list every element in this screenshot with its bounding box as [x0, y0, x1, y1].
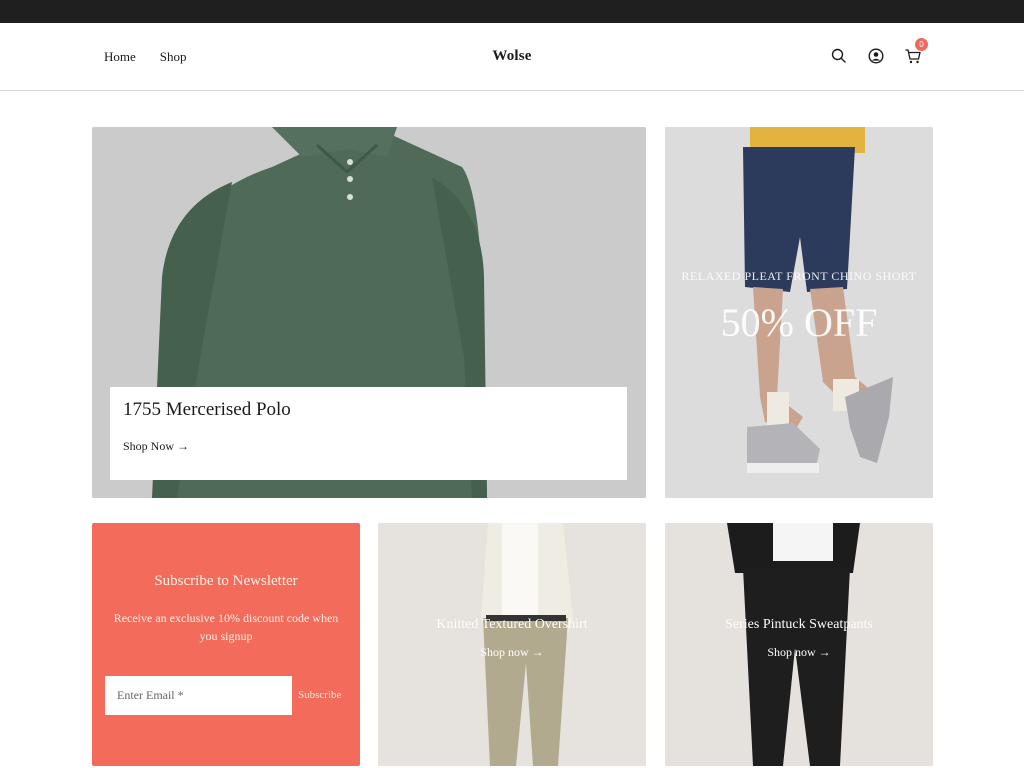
site-header: Home Shop Wolse 0: [0, 23, 1024, 91]
product-card-sweatpants[interactable]: Series Pintuck Sweatpants Shop now →: [665, 523, 933, 766]
account-icon[interactable]: [867, 47, 885, 65]
nav-shop-link[interactable]: Shop: [160, 49, 187, 65]
product-title: Knitted Textured Overshirt: [436, 617, 588, 632]
header-actions: 0: [830, 38, 928, 65]
newsletter-card: Subscribe to Newsletter Receive an exclu…: [92, 523, 360, 766]
newsletter-email-input[interactable]: [105, 676, 292, 715]
hero-caption-box: 1755 Mercerised Polo Shop Now →: [110, 387, 627, 480]
product-shop-now-link[interactable]: Shop now →: [378, 645, 646, 660]
nav-home-link[interactable]: Home: [104, 49, 136, 65]
hero-banner[interactable]: 1755 Mercerised Polo Shop Now →: [92, 127, 646, 498]
newsletter-title: Subscribe to Newsletter: [154, 573, 298, 589]
promo-subtitle: RELAXED PLEAT FRONT CHINO SHORT: [681, 269, 917, 283]
newsletter-description: Receive an exclusive 10% discount code w…: [113, 611, 339, 643]
hero-shop-now-link[interactable]: Shop Now →: [123, 439, 189, 454]
product-shop-now-link[interactable]: Shop now →: [665, 645, 933, 660]
cart-icon[interactable]: 0: [904, 38, 928, 65]
product-card-overshirt[interactable]: Knitted Textured Overshirt Shop now →: [378, 523, 646, 766]
newsletter-subscribe-button[interactable]: Subscribe: [298, 676, 341, 715]
product-title: Series Pintuck Sweatpants: [725, 617, 873, 632]
promo-banner[interactable]: RELAXED PLEAT FRONT CHINO SHORT 50% OFF: [665, 127, 933, 498]
main-nav: Home Shop: [104, 23, 187, 90]
promo-headline: 50% OFF: [720, 300, 878, 345]
cart-count-badge: 0: [915, 38, 928, 51]
search-icon[interactable]: [830, 47, 848, 65]
hero-title: 1755 Mercerised Polo: [123, 399, 291, 420]
top-bar: [0, 0, 1024, 23]
